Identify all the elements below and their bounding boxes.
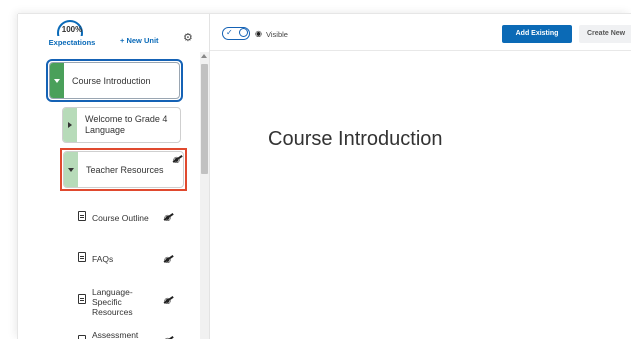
create-new-button[interactable]: Create New — [579, 25, 631, 43]
toolbar: ✓ ◉ Visible Add Existing Create New — [210, 14, 631, 51]
expectations-value: 100% — [61, 25, 83, 34]
eye-icon: ◉ — [255, 29, 262, 38]
toggle-knob — [239, 28, 248, 37]
list-item-label: Assessment — [92, 330, 139, 339]
scroll-up-icon[interactable] — [201, 54, 207, 58]
hidden-eye-icon: ◉ — [164, 213, 171, 222]
list-item[interactable]: Assessment ◉ — [18, 327, 200, 339]
list-item-label: FAQs — [92, 254, 114, 264]
visibility-label: Visible — [266, 30, 288, 39]
course-builder-window: 100% Expectations + New Unit ⚙ Course In… — [18, 14, 631, 339]
scroll-thumb[interactable] — [201, 64, 208, 174]
document-icon — [78, 252, 86, 262]
list-item-label: Language-Specific Resources — [92, 287, 133, 317]
visibility-toggle[interactable]: ✓ — [222, 27, 250, 40]
selection-highlight — [46, 59, 183, 102]
new-unit-button[interactable]: + New Unit — [120, 36, 159, 45]
list-item[interactable]: FAQs ◉ — [18, 246, 200, 272]
expectations-label: Expectations — [48, 38, 96, 47]
tree-item-welcome[interactable]: Welcome to Grade 4 Language — [62, 107, 181, 143]
list-item[interactable]: Course Outline ◉ — [18, 204, 200, 230]
document-icon — [78, 294, 86, 304]
main-content: ✓ ◉ Visible Add Existing Create New Cour… — [210, 14, 631, 339]
sidebar-scrollbar[interactable] — [200, 52, 209, 339]
callout-highlight — [60, 148, 187, 191]
tree-item-label: Welcome to Grade 4 Language — [85, 114, 168, 135]
sidebar-header: 100% Expectations + New Unit ⚙ — [18, 14, 209, 54]
list-item-label: Course Outline — [92, 213, 149, 223]
hidden-eye-icon: ◉ — [164, 296, 171, 305]
check-icon: ✓ — [226, 28, 233, 37]
sidebar: 100% Expectations + New Unit ⚙ Course In… — [18, 14, 210, 339]
document-icon — [78, 211, 86, 221]
document-icon — [78, 335, 86, 339]
hidden-eye-icon: ◉ — [164, 255, 171, 264]
list-item[interactable]: Language-Specific Resources ◉ — [18, 284, 200, 317]
gear-icon[interactable]: ⚙ — [183, 33, 193, 44]
add-existing-button[interactable]: Add Existing — [502, 25, 572, 43]
page-title: Course Introduction — [268, 128, 443, 150]
chevron-right-icon — [68, 122, 72, 128]
